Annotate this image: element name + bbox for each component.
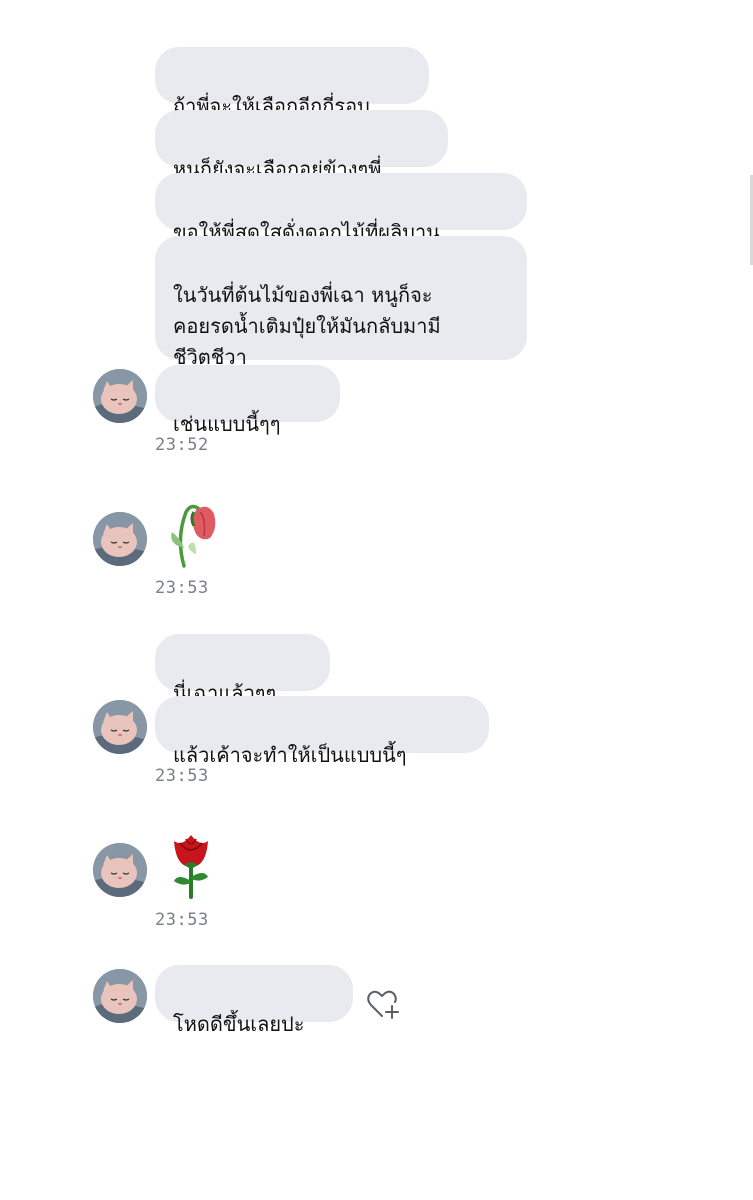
wilted-flower-emoji[interactable] <box>166 498 222 572</box>
message-bubble[interactable]: โหดดีขึ้นเลยปะ <box>155 965 353 1036</box>
heart-plus-icon[interactable] <box>366 988 400 1024</box>
sleeping-cat-avatar-icon <box>93 369 147 423</box>
sleeping-cat-avatar-icon <box>93 843 147 897</box>
timestamp: 23:53 <box>155 766 209 786</box>
timestamp: 23:53 <box>155 578 209 598</box>
message-bubble[interactable]: ถ้าพี่จะให้เลือกอีกกี่รอบ <box>155 47 429 118</box>
contact-avatar[interactable] <box>93 843 147 897</box>
sleeping-cat-avatar-icon <box>93 700 147 754</box>
message-text: แล้วเค้าจะทำให้เป็นแบบนี้ๆ <box>173 743 407 767</box>
message-bubble[interactable]: แล้วเค้าจะทำให้เป็นแบบนี้ๆ <box>155 696 489 767</box>
message-text: ในวันที่ต้นไม้ของพี่เฉา หนูก็จะ คอยรดน้ำ… <box>173 283 441 369</box>
timestamp: 23:53 <box>155 910 209 930</box>
sleeping-cat-avatar-icon <box>93 512 147 566</box>
timestamp: 23:52 <box>155 435 209 455</box>
chat-thread: ถ้าพี่จะให้เลือกอีกกี่รอบ หนูก็ยังจะเลือ… <box>0 0 753 1200</box>
message-bubble[interactable]: เช่นแบบนี้ๆๆ <box>155 365 340 436</box>
contact-avatar[interactable] <box>93 969 147 1023</box>
message-bubble[interactable]: ขอให้พี่สดใสดั่งดอกไม้ที่ผลิบาน <box>155 173 527 244</box>
contact-avatar[interactable] <box>93 700 147 754</box>
rose-emoji[interactable] <box>166 827 216 903</box>
contact-avatar[interactable] <box>93 369 147 423</box>
message-text: เช่นแบบนี้ๆๆ <box>173 412 281 436</box>
message-bubble[interactable]: หนูก็ยังจะเลือกอยู่ข้างๆพี่ <box>155 110 448 181</box>
message-bubble[interactable]: นี่เฉาแล้วๆๆ <box>155 634 330 705</box>
message-bubble[interactable]: ในวันที่ต้นไม้ของพี่เฉา หนูก็จะ คอยรดน้ำ… <box>155 236 527 369</box>
message-text: โหดดีขึ้นเลยปะ <box>173 1012 305 1036</box>
sleeping-cat-avatar-icon <box>93 969 147 1023</box>
contact-avatar[interactable] <box>93 512 147 566</box>
